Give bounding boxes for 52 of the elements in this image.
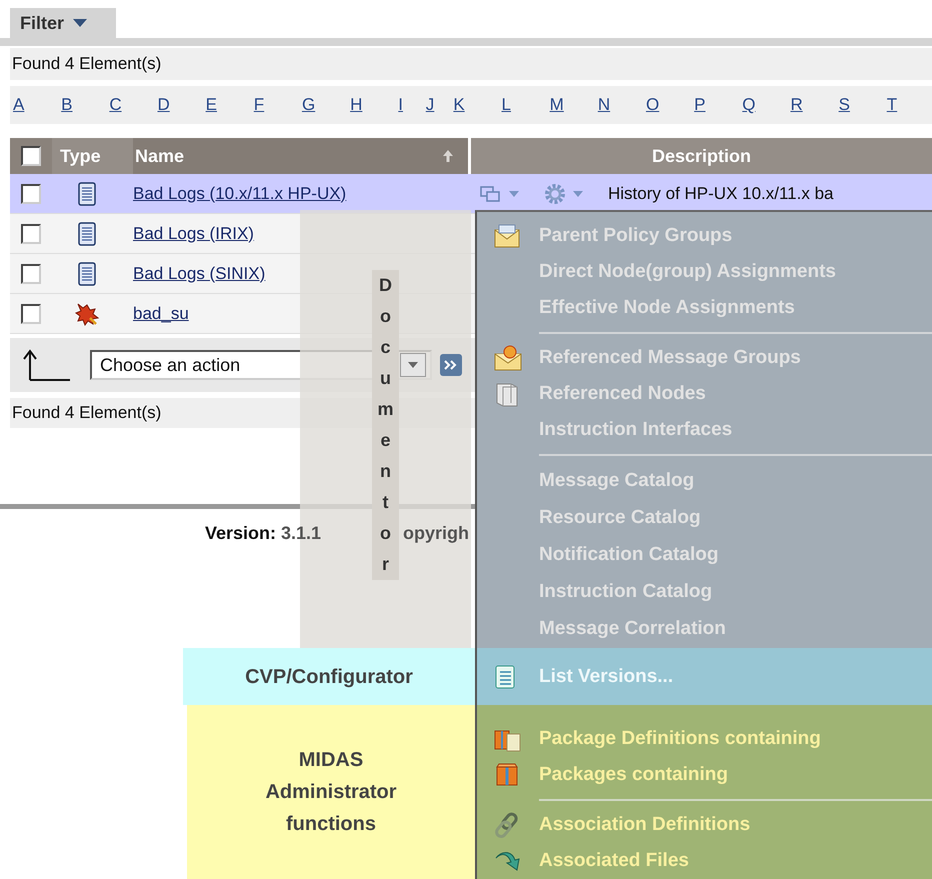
envelope-icon [493,223,521,249]
filter-tab[interactable]: Filter [10,8,116,38]
row-checkbox[interactable] [21,264,41,284]
letter-link[interactable]: O [642,95,692,115]
policy-link[interactable]: Bad Logs (10.x/11.x HP-UX) [133,184,346,202]
row-checkbox[interactable] [21,304,41,324]
envelope-icon [493,344,523,372]
section-label: MIDAS Administrator functions [264,748,398,837]
letter-link[interactable]: I [395,95,423,115]
letter-link[interactable]: B [58,95,106,115]
policy-link[interactable]: Bad Logs (SINIX) [133,264,266,282]
bug-icon [74,300,100,326]
version-text: Version: 3.1.1 [205,523,322,544]
letter-link[interactable]: H [347,95,396,115]
column-header: Description [471,138,932,174]
document-icon [76,182,96,206]
document-icon [76,222,96,246]
letter-link[interactable]: R [787,95,836,115]
curved-arrow-icon [493,850,521,872]
letter-link[interactable]: J [422,95,450,115]
description-text: History of HP-UX 10.x/11.x ba [608,184,834,204]
windows-icon[interactable] [480,184,502,202]
letter-link[interactable]: E [202,95,251,115]
letter-link[interactable]: F [250,95,299,115]
copyright-text: opyrigh [403,523,469,544]
column-header[interactable]: Name [133,138,468,174]
letter-link[interactable]: N [594,95,643,115]
select-all-checkbox[interactable] [21,146,41,166]
section-label: CVP/Configurator [244,664,414,690]
letter-link[interactable]: S [836,95,884,115]
caret-icon [72,18,88,28]
row-checkbox[interactable] [21,224,41,244]
letter-link[interactable]: Q [739,95,788,115]
policy-link[interactable]: bad_su [133,304,189,322]
document-icon [76,262,96,286]
letter-link[interactable]: P [691,95,740,115]
letter-link[interactable]: C [106,95,154,115]
go-button[interactable] [440,354,462,376]
documentor-label: Documentor [372,270,399,580]
letter-link[interactable]: M [546,95,595,115]
letter-link[interactable]: D [154,95,203,115]
sort-arrow-icon[interactable] [442,149,454,163]
corner-arrow-icon [22,348,72,382]
letter-link[interactable]: G [298,95,348,115]
column-header: Type [52,138,133,174]
letter-link[interactable]: T [884,95,932,115]
letter-link[interactable]: L [498,95,547,115]
policy-link[interactable]: Bad Logs (IRIX) [133,224,254,242]
row-checkbox[interactable] [21,184,41,204]
result-count: Found 4 Element(s) [10,48,932,80]
letter-link[interactable]: A [10,95,58,115]
letter-link[interactable]: K [450,95,498,115]
